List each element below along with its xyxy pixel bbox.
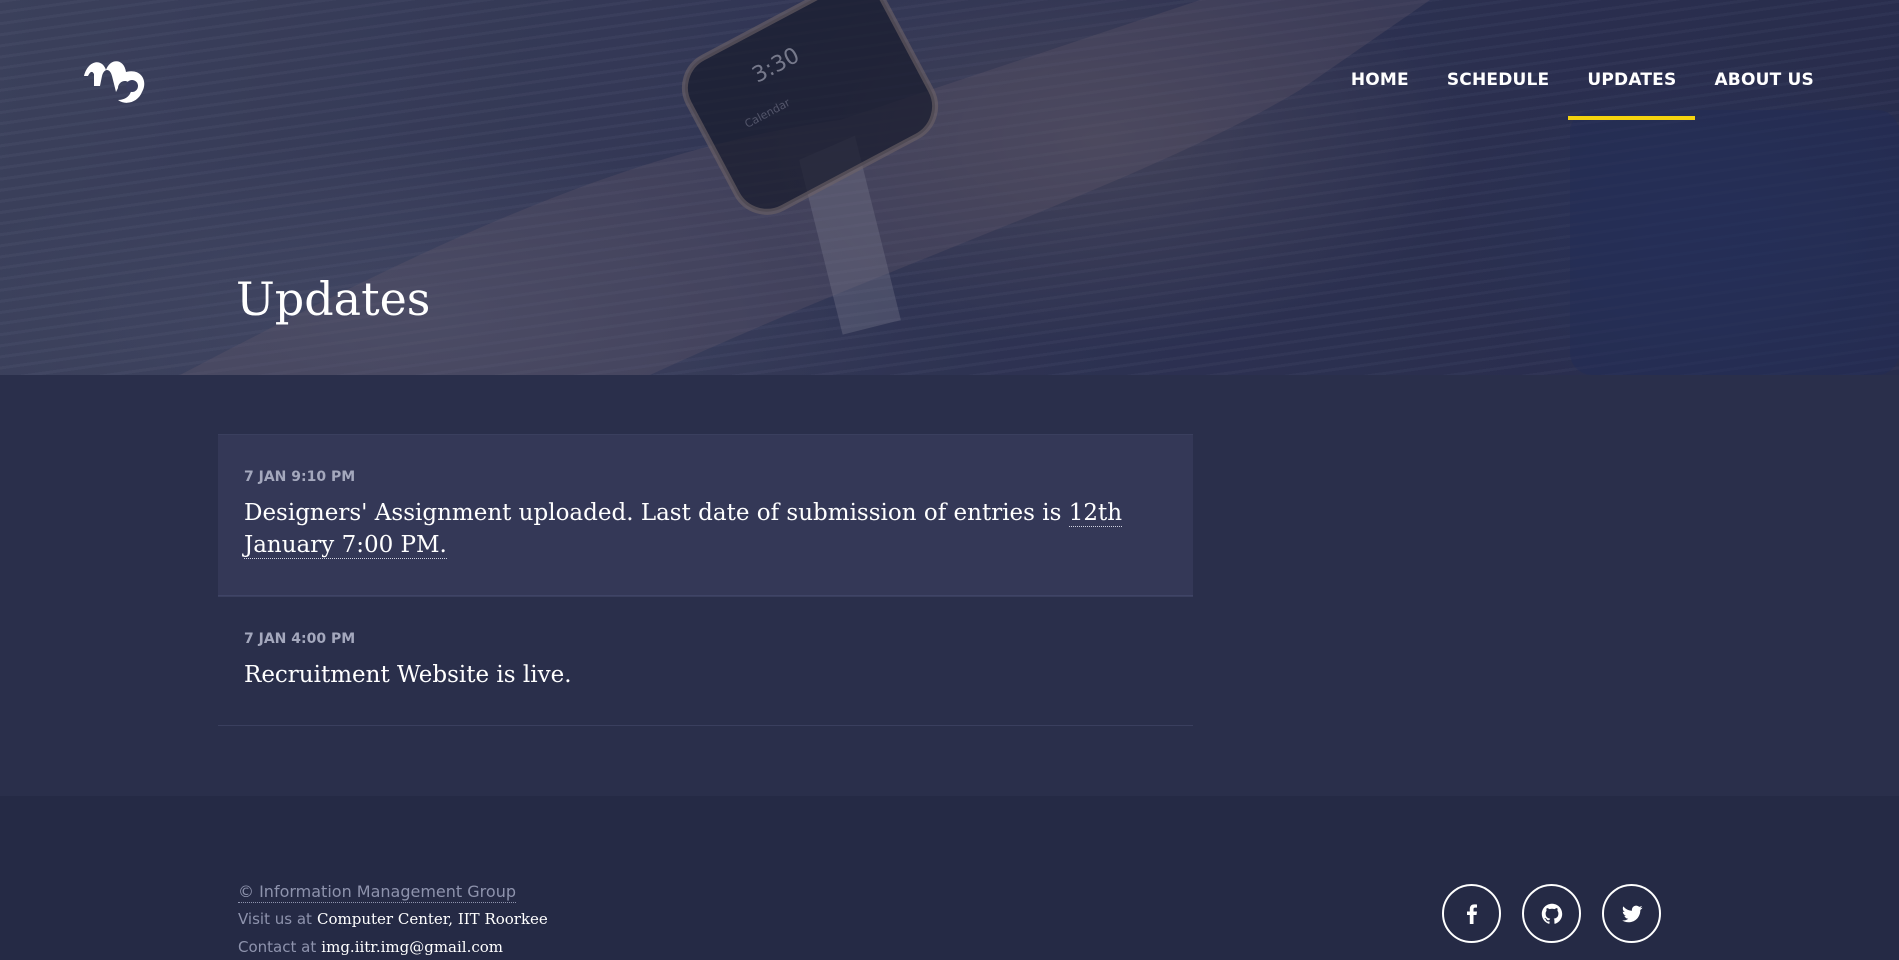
updates-list: 7 JAN 9:10 PM Designers' Assignment uplo… (218, 434, 1193, 726)
facebook-button[interactable] (1442, 884, 1501, 943)
twitter-icon (1621, 905, 1642, 922)
visit-prefix: Visit us at (238, 910, 312, 928)
copyright-link[interactable]: © Information Management Group (238, 882, 516, 903)
nav-updates[interactable]: UPDATES (1568, 62, 1696, 120)
visit-location: Computer Center, IIT Roorkee (317, 910, 548, 928)
img-logo-icon[interactable] (82, 52, 148, 108)
nav-schedule[interactable]: SCHEDULE (1428, 62, 1569, 120)
nav-home[interactable]: HOME (1332, 62, 1428, 120)
nav-about-us[interactable]: ABOUT US (1695, 62, 1833, 120)
main-nav: HOME SCHEDULE UPDATES ABOUT US (1332, 62, 1833, 120)
update-text: Recruitment Website is live. (244, 659, 1167, 691)
contact-email[interactable]: img.iitr.img@gmail.com (321, 938, 503, 956)
footer: © Information Management Group Visit us … (0, 796, 1899, 960)
update-timestamp: 7 JAN 4:00 PM (244, 631, 356, 647)
update-text: Designers' Assignment uploaded. Last dat… (244, 497, 1167, 561)
update-timestamp: 7 JAN 9:10 PM (244, 469, 356, 485)
social-links (1442, 884, 1661, 943)
github-icon (1541, 903, 1562, 924)
facebook-icon (1466, 903, 1477, 924)
update-message: Designers' Assignment uploaded. Last dat… (244, 500, 1069, 526)
page-title: Updates (236, 272, 431, 326)
update-item: 7 JAN 9:10 PM Designers' Assignment uplo… (218, 434, 1193, 596)
footer-info: © Information Management Group Visit us … (238, 878, 548, 960)
contact-prefix: Contact at (238, 938, 317, 956)
update-message: Recruitment Website is live. (244, 662, 572, 688)
github-button[interactable] (1522, 884, 1581, 943)
update-item: 7 JAN 4:00 PM Recruitment Website is liv… (218, 596, 1193, 726)
hero-banner: 3:30 Calendar HOME SCHEDULE UPDATES ABOU… (0, 0, 1899, 375)
twitter-button[interactable] (1602, 884, 1661, 943)
